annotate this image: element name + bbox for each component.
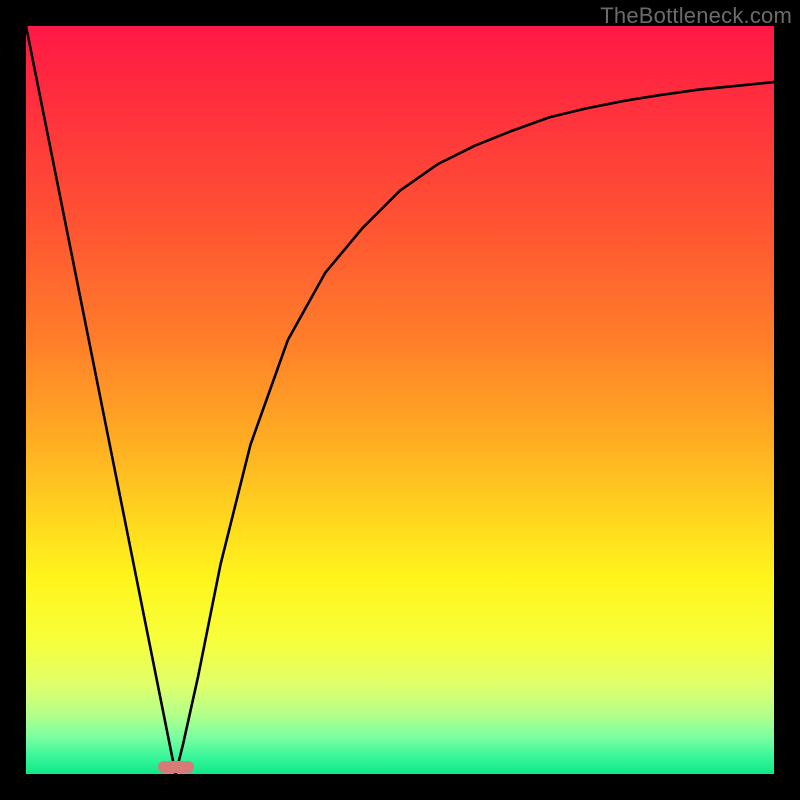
chart-frame: TheBottleneck.com — [0, 0, 800, 800]
curve-layer — [26, 26, 774, 774]
watermark-text: TheBottleneck.com — [600, 3, 792, 29]
bottleneck-curve — [26, 26, 774, 774]
plot-area — [26, 26, 774, 774]
highlight-marker — [158, 761, 194, 773]
